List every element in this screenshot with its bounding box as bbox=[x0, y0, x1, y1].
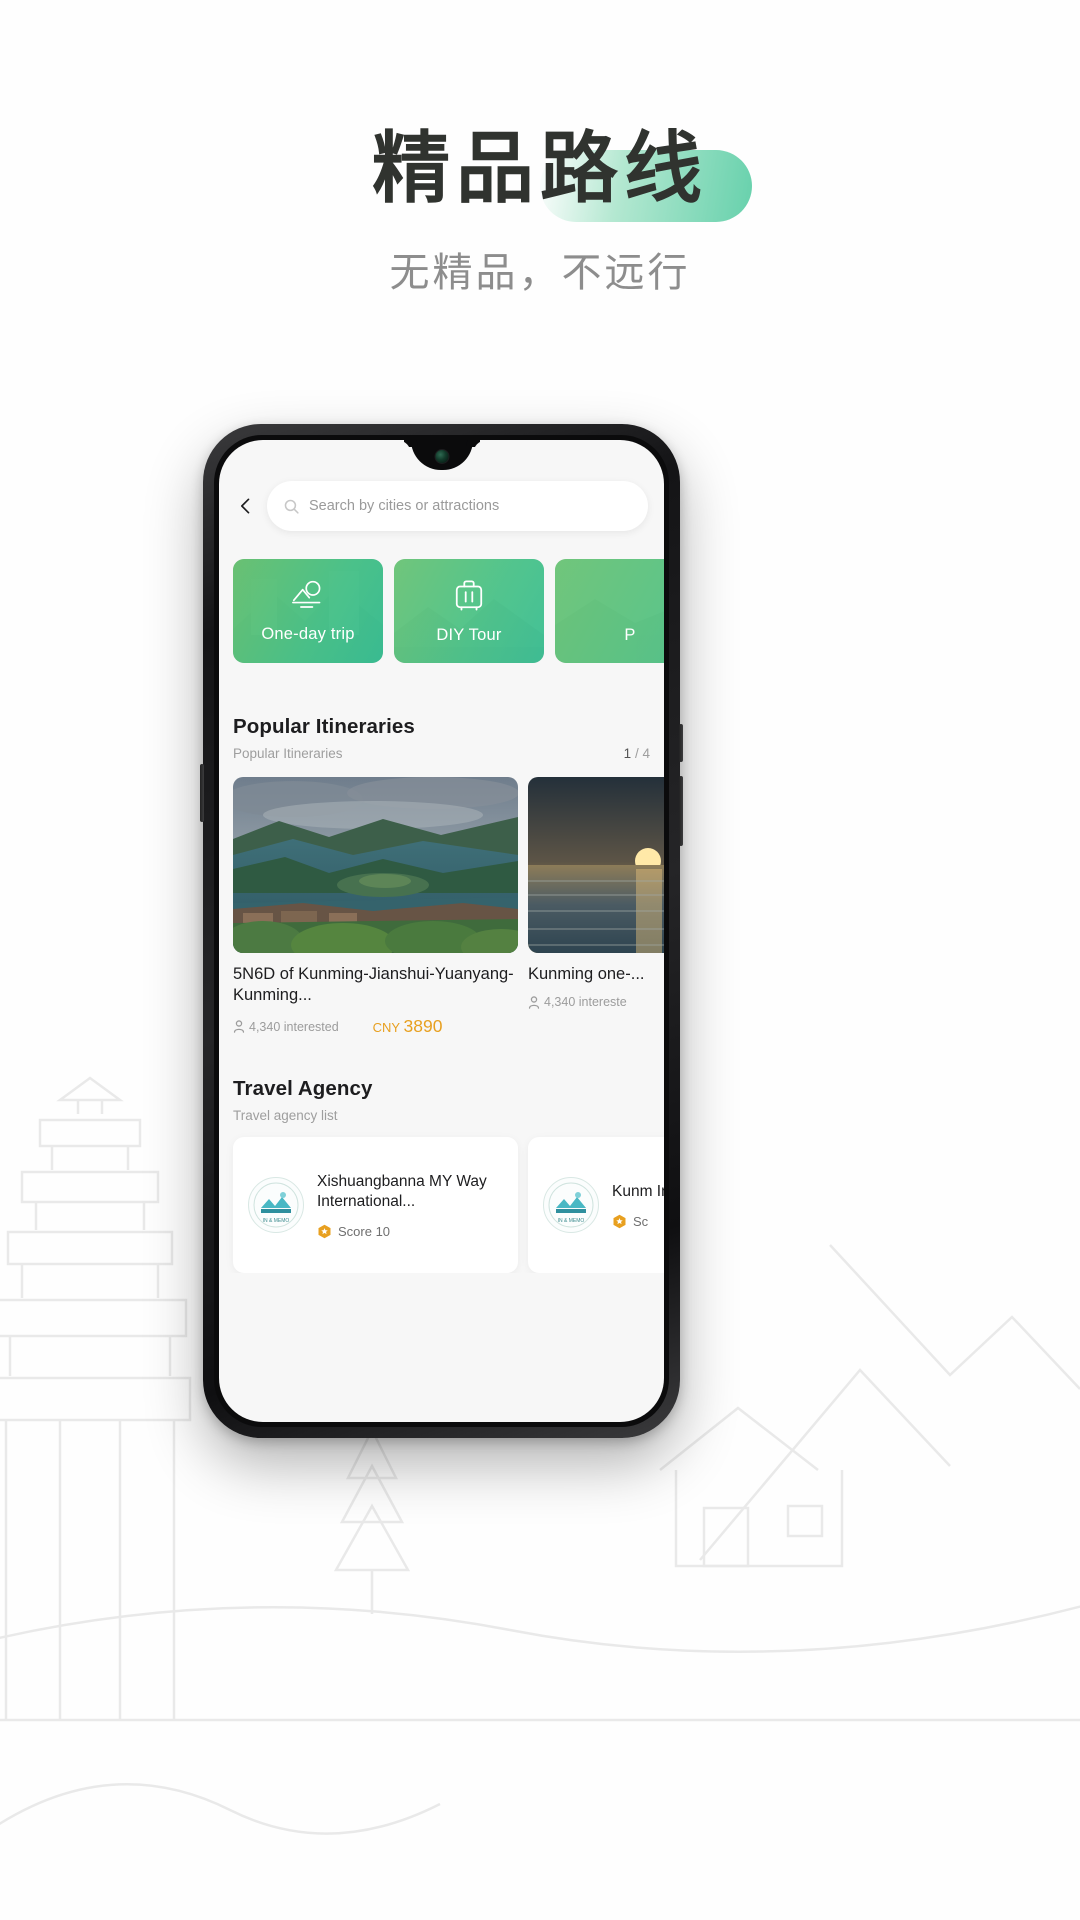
title-wrap: 精品路线 bbox=[364, 124, 752, 222]
agency-carousel[interactable]: IN & MEMO Xishuangbanna MY Way Internati… bbox=[219, 1123, 664, 1274]
section-travel-agency: Travel Agency Travel agency list bbox=[219, 1077, 664, 1123]
itinerary-interested: 4,340 interested bbox=[233, 1020, 339, 1034]
section-subrow: Popular Itineraries 1 / 4 bbox=[233, 746, 650, 761]
agency-name: Xishuangbanna MY Way International... bbox=[317, 1172, 487, 1210]
section-subtitle: Travel agency list bbox=[233, 1108, 338, 1124]
section-popular-itineraries: Popular Itineraries Popular Itineraries … bbox=[219, 715, 664, 761]
itinerary-card[interactable]: 5N6D of Kunming-Jianshui-Yuanyang-Kunmin… bbox=[233, 777, 518, 1037]
category-label: One-day trip bbox=[261, 624, 355, 643]
agency-seal-glyph: IN & MEMO bbox=[253, 1182, 299, 1228]
person-icon bbox=[233, 1020, 245, 1033]
category-tint bbox=[555, 559, 664, 663]
category-label: DIY Tour bbox=[436, 625, 502, 644]
itinerary-card[interactable]: Kunming one-... 4,340 intereste bbox=[528, 777, 664, 1037]
phone-button-left bbox=[200, 764, 204, 822]
agency-score: Score 10 bbox=[317, 1224, 503, 1239]
front-camera-icon bbox=[434, 449, 449, 464]
itinerary-meta: 4,340 interested CNY 3890 bbox=[233, 1016, 518, 1037]
search-icon bbox=[284, 499, 299, 514]
agency-name: Kunm Inter bbox=[612, 1182, 664, 1200]
itinerary-interested-text: 4,340 intereste bbox=[544, 995, 627, 1010]
svg-text:IN & MEMO: IN & MEMO bbox=[558, 1218, 585, 1224]
phone-bezel: Search by cities or attractions One-day … bbox=[214, 435, 669, 1427]
itinerary-title: Kunming one-... bbox=[528, 965, 645, 983]
itinerary-interested-text: 4,340 interested bbox=[249, 1019, 339, 1034]
itinerary-carousel[interactable]: 5N6D of Kunming-Jianshui-Yuanyang-Kunmin… bbox=[219, 761, 664, 1037]
category-label: P bbox=[624, 625, 636, 644]
price-amount: 3890 bbox=[403, 1016, 443, 1037]
agency-seal-icon: IN & MEMO bbox=[248, 1177, 304, 1234]
section-title: Popular Itineraries bbox=[233, 715, 415, 738]
category-carousel[interactable]: One-day trip DIY Tour P bbox=[219, 534, 664, 663]
section-subtitle: Popular Itineraries bbox=[233, 746, 343, 761]
app-content: Search by cities or attractions One-day … bbox=[219, 440, 664, 1422]
agency-seal-glyph: IN & MEMO bbox=[548, 1182, 594, 1228]
category-card-partial[interactable]: P bbox=[555, 559, 664, 663]
agency-score: Sc bbox=[612, 1214, 664, 1229]
itinerary-title: 5N6D of Kunming-Jianshui-Yuanyang-Kunmin… bbox=[233, 965, 514, 1005]
search-input[interactable]: Search by cities or attractions bbox=[267, 481, 648, 531]
category-card-one-day-trip[interactable]: One-day trip bbox=[233, 559, 383, 663]
mountain-sun-icon bbox=[290, 579, 326, 616]
svg-text:IN & MEMO: IN & MEMO bbox=[263, 1218, 290, 1224]
category-card-diy-tour[interactable]: DIY Tour bbox=[394, 559, 544, 663]
app-topbar: Search by cities or attractions bbox=[219, 478, 664, 534]
itinerary-interested: 4,340 intereste bbox=[528, 995, 627, 1009]
phone-mockup: Search by cities or attractions One-day … bbox=[200, 424, 683, 1438]
itinerary-meta: 4,340 intereste bbox=[528, 995, 664, 1009]
chevron-left-icon bbox=[241, 498, 250, 514]
phone-screen: Search by cities or attractions One-day … bbox=[219, 440, 664, 1422]
price-currency: CNY bbox=[372, 1020, 400, 1036]
phone-button-power bbox=[679, 776, 683, 846]
itinerary-photo bbox=[233, 777, 518, 953]
carousel-counter-total: 4 bbox=[642, 746, 650, 761]
agency-card[interactable]: IN & MEMO Xishuangbanna MY Way Internati… bbox=[233, 1137, 518, 1274]
carousel-counter-separator: / bbox=[634, 746, 639, 761]
sunset-water-photo bbox=[528, 777, 664, 953]
person-icon bbox=[528, 995, 540, 1009]
back-button[interactable] bbox=[233, 493, 259, 519]
search-placeholder-text: Search by cities or attractions bbox=[309, 498, 500, 514]
agency-score-text: Sc bbox=[633, 1213, 649, 1229]
agency-info: Xishuangbanna MY Way International... Sc… bbox=[317, 1172, 503, 1239]
section-subrow: Travel agency list bbox=[233, 1108, 650, 1123]
page-title: 精品路线 bbox=[371, 124, 708, 212]
promo-page: 精品路线 无精品，不远行 Search by cities or attract… bbox=[0, 0, 1080, 1920]
section-title: Travel Agency bbox=[233, 1077, 373, 1101]
promo-header: 精品路线 无精品，不远行 bbox=[0, 0, 1080, 298]
lake-mountain-photo bbox=[233, 777, 518, 953]
carousel-counter: 1 / 4 bbox=[624, 746, 650, 761]
score-badge-icon bbox=[613, 1214, 626, 1229]
score-badge-icon bbox=[318, 1224, 331, 1239]
phone-button-volume bbox=[679, 724, 683, 762]
agency-score-text: Score 10 bbox=[338, 1223, 391, 1239]
page-subtitle: 无精品，不远行 bbox=[389, 250, 691, 295]
agency-seal-icon: IN & MEMO bbox=[543, 1177, 599, 1234]
carousel-counter-current: 1 bbox=[623, 746, 632, 761]
itinerary-price: CNY 3890 bbox=[373, 1016, 443, 1037]
agency-card[interactable]: IN & MEMO Kunm Inter S bbox=[528, 1137, 664, 1274]
suitcase-icon bbox=[453, 578, 485, 617]
agency-info: Kunm Inter Sc bbox=[612, 1182, 664, 1229]
itinerary-photo bbox=[528, 777, 664, 953]
